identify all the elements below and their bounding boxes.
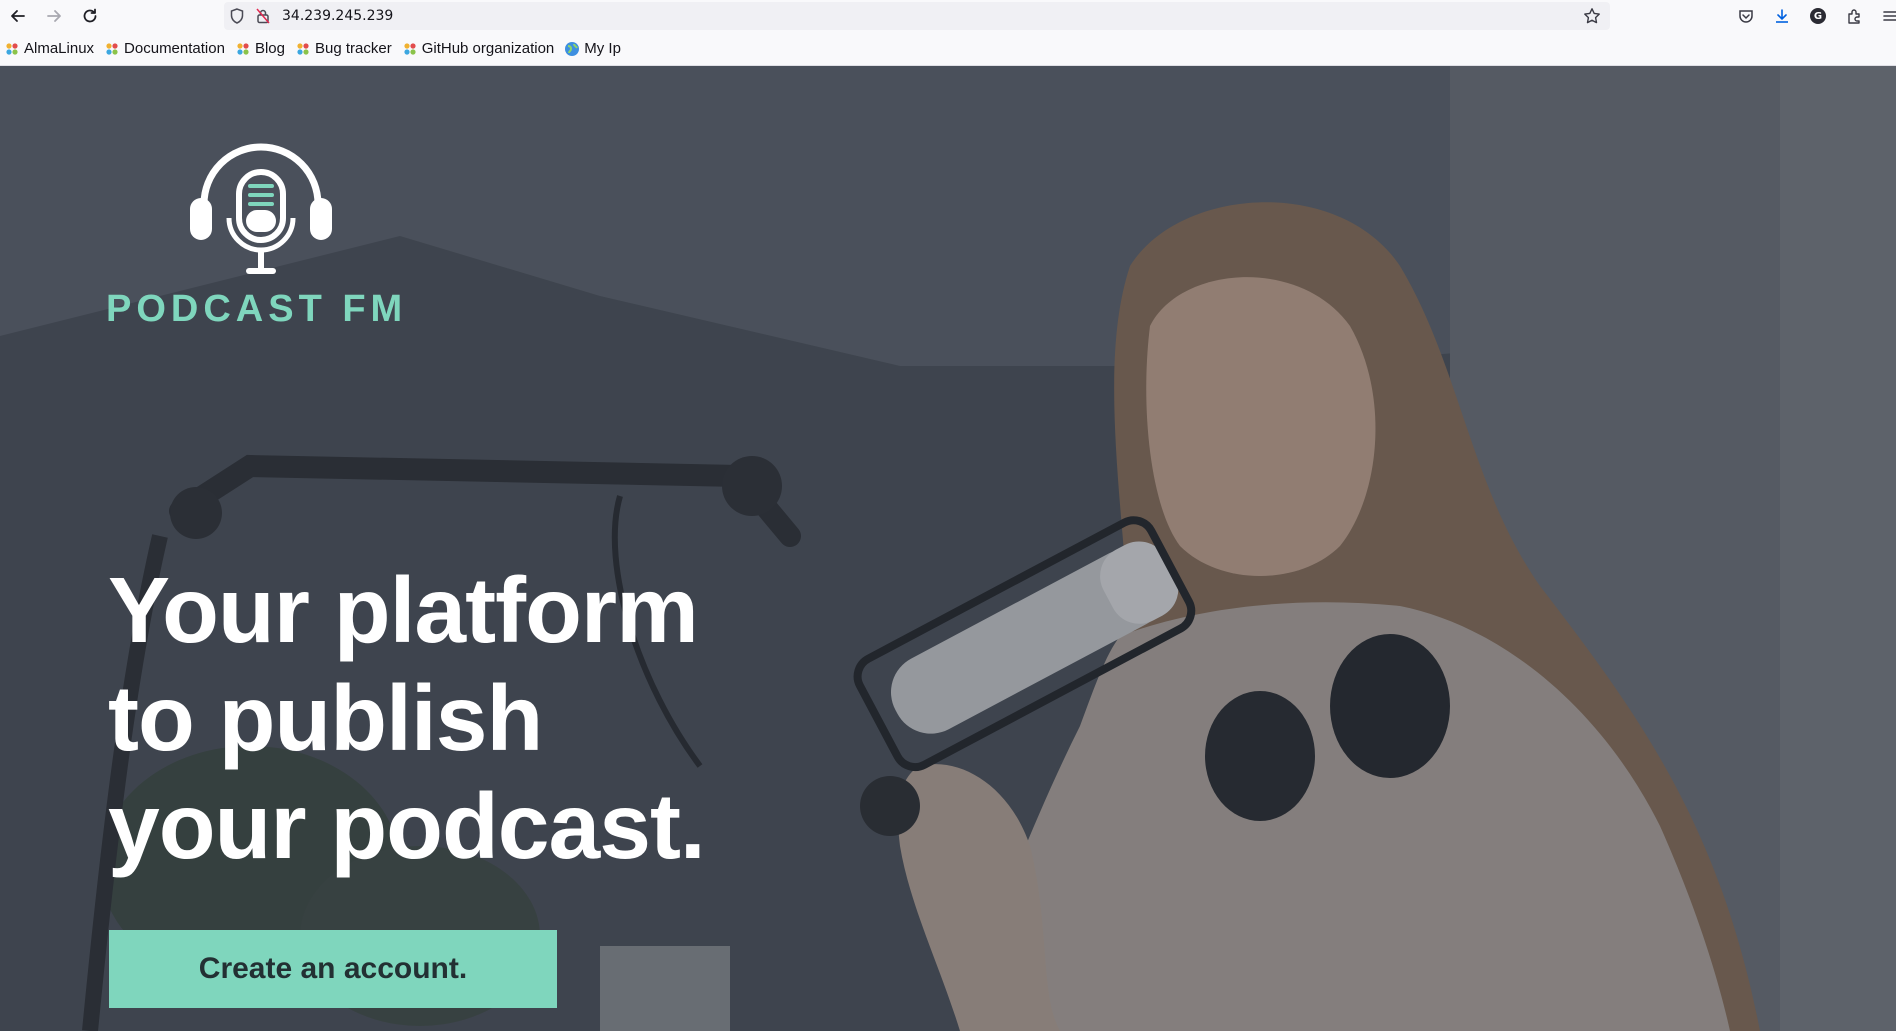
bookmark-label: Documentation [124, 40, 225, 57]
bookmark-documentation[interactable]: Documentation [104, 40, 225, 57]
bookmark-github-organization[interactable]: GitHub organization [402, 40, 555, 57]
forward-arrow-icon[interactable] [36, 1, 72, 31]
headline-line: your podcast. [108, 774, 706, 878]
menu-icon[interactable] [1872, 1, 1896, 31]
bookmark-label: AlmaLinux [24, 40, 95, 57]
bookmark-label: GitHub organization [421, 40, 555, 57]
bookmark-blog[interactable]: Blog [235, 40, 285, 57]
browser-toolbar: 34.239.245.239 G [0, 0, 1896, 32]
brand-name: PODCAST FM [106, 288, 408, 330]
url-text[interactable]: 34.239.245.239 [282, 8, 393, 24]
hero-section: PODCAST FM Your platform to publish your… [0, 66, 1896, 1031]
podcast-fm-logo[interactable]: PODCAST FM [106, 138, 416, 338]
bookmark-label: My Ip [584, 40, 621, 57]
account-icon[interactable]: G [1800, 1, 1836, 31]
shield-icon[interactable] [224, 8, 250, 24]
headline-line: Your platform [108, 558, 699, 662]
pocket-icon[interactable] [1728, 1, 1764, 31]
bookmark-star-icon[interactable] [1582, 6, 1602, 26]
extensions-icon[interactable] [1836, 1, 1872, 31]
bookmark-label: Blog [254, 40, 285, 57]
bookmark-almalinux[interactable]: AlmaLinux [4, 40, 94, 57]
back-arrow-icon[interactable] [0, 1, 36, 31]
reload-icon[interactable] [72, 1, 108, 31]
bookmark-label: Bug tracker [314, 40, 392, 57]
headline-line: to publish [108, 666, 543, 770]
bookmarks-bar: AlmaLinux Documentation Blog Bug tracker… [0, 32, 1896, 66]
account-avatar: G [1810, 8, 1826, 24]
insecure-lock-icon[interactable] [250, 8, 276, 24]
almalinux-icon [295, 41, 311, 57]
toolbar-right-icons: G [1728, 0, 1896, 32]
podcast-microphone-headphones-icon [190, 143, 332, 274]
create-account-button[interactable]: Create an account. [109, 930, 557, 1008]
almalinux-icon [235, 41, 251, 57]
almalinux-icon [104, 41, 120, 57]
globe-icon [564, 41, 580, 57]
hero-headline: Your platform to publish your podcast. [108, 556, 868, 880]
almalinux-icon [402, 41, 418, 57]
url-bar[interactable]: 34.239.245.239 [224, 2, 1610, 30]
almalinux-icon [4, 41, 20, 57]
bookmark-bug-tracker[interactable]: Bug tracker [295, 40, 392, 57]
download-icon[interactable] [1764, 1, 1800, 31]
bookmark-my-ip[interactable]: My Ip [564, 40, 621, 57]
